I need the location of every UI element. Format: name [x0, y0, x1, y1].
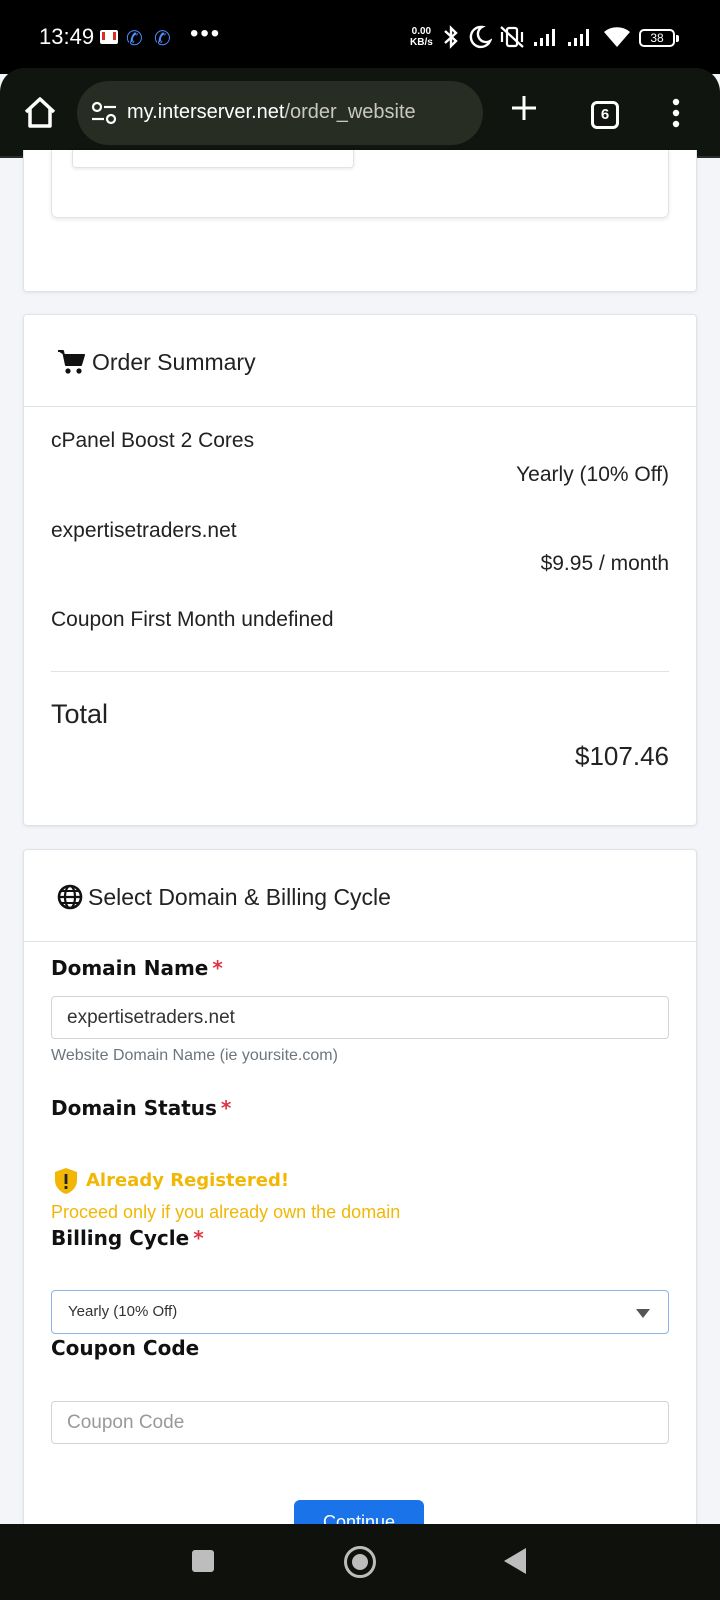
domain-status-title: Already Registered! — [86, 1170, 290, 1191]
plus-icon[interactable] — [508, 92, 540, 124]
inner-card — [51, 150, 669, 218]
required-marker: * — [193, 1226, 204, 1250]
back-icon[interactable] — [504, 1548, 526, 1574]
order-item-value: Yearly (10% Off) — [516, 463, 669, 486]
home-nav-icon[interactable] — [344, 1546, 376, 1578]
domain-status-label: Domain Status * — [51, 1096, 232, 1120]
order-summary-card: Order Summary cPanel Boost 2 Cores Yearl… — [23, 314, 697, 826]
cart-icon — [58, 350, 85, 374]
domain-name-help: Website Domain Name (ie yoursite.com) — [51, 1047, 338, 1064]
coupon-code-input[interactable]: Coupon Code — [51, 1401, 669, 1444]
required-marker: * — [212, 956, 223, 980]
browser-toolbar: my.interserver.net/order_website 6 — [0, 68, 720, 158]
domain-billing-title: Select Domain & Billing Cycle — [88, 884, 391, 910]
url-text[interactable]: my.interserver.net/order_website — [127, 101, 416, 124]
clock: 13:49 — [39, 24, 95, 49]
domain-name-label: Domain Name * — [51, 956, 223, 980]
order-item-label: expertisetraders.net — [51, 519, 237, 542]
vibrate-off-icon — [500, 26, 524, 48]
signal-icon — [568, 29, 589, 46]
total-label: Total — [51, 699, 109, 729]
order-summary-header: Order Summary — [24, 315, 696, 407]
chevron-down-icon — [636, 1309, 650, 1318]
wifi-icon — [604, 27, 630, 47]
menu-icon[interactable] — [672, 98, 680, 128]
system-nav-bar — [0, 1524, 720, 1600]
total-value: $107.46 — [575, 741, 669, 771]
more-dots-icon: ••• — [190, 20, 222, 47]
order-item-label: cPanel Boost 2 Cores — [51, 429, 255, 452]
battery-icon: 38 — [639, 29, 679, 47]
order-summary-title: Order Summary — [92, 349, 256, 375]
signal-icon — [534, 29, 555, 46]
tabs-icon[interactable]: 6 — [591, 101, 619, 129]
shield-warning-icon — [55, 1168, 77, 1194]
previous-card — [23, 150, 697, 292]
domain-name-input[interactable]: expertisetraders.net — [51, 996, 669, 1039]
bluetooth-icon — [444, 25, 458, 49]
status-bar: 13:49 ✆ ✆ ••• 0.00 KB/s 38 — [0, 0, 720, 74]
coupon-code-label: Coupon Code — [51, 1336, 200, 1360]
order-item-label: Coupon First Month undefined — [51, 608, 334, 631]
domain-billing-card: Select Domain & Billing Cycle Domain Nam… — [23, 849, 697, 1569]
divider — [51, 671, 669, 672]
globe-icon — [57, 884, 83, 910]
net-speed: 0.00 KB/s — [410, 26, 433, 48]
moon-icon — [469, 25, 492, 49]
address-bar[interactable]: my.interserver.net/order_website — [77, 81, 483, 145]
phone-icon: ✆ — [126, 28, 143, 50]
domain-billing-header: Select Domain & Billing Cycle — [24, 850, 696, 942]
billing-cycle-select[interactable]: Yearly (10% Off) — [51, 1290, 669, 1334]
billing-cycle-label: Billing Cycle * — [51, 1226, 204, 1250]
site-settings-icon[interactable] — [91, 101, 117, 125]
home-icon[interactable] — [20, 92, 60, 132]
order-item-value: $9.95 / month — [540, 552, 669, 575]
billing-cycle-selected: Yearly (10% Off) — [68, 1303, 178, 1320]
phone-icon: ✆ — [154, 28, 171, 50]
inner-card-button[interactable] — [72, 150, 354, 168]
required-marker: * — [220, 1096, 232, 1120]
recents-icon[interactable] — [192, 1550, 214, 1572]
domain-status-message: Proceed only if you already own the doma… — [51, 1202, 401, 1222]
gmail-icon — [100, 30, 118, 44]
